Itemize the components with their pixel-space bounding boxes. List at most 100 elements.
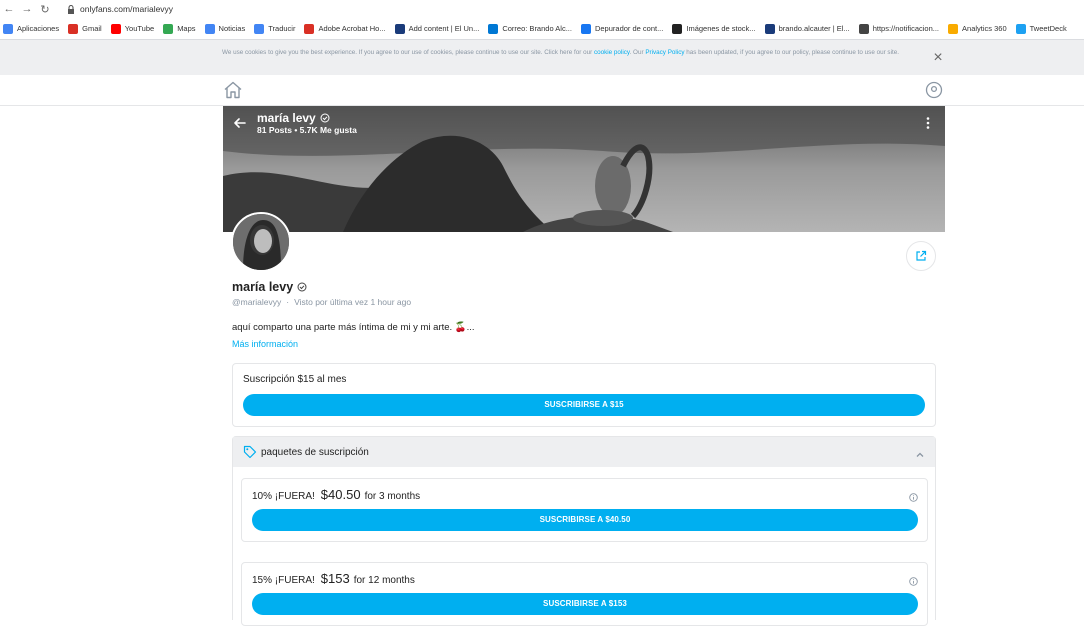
news-icon: [204, 23, 215, 34]
bookmark-item[interactable]: Depurador de cont...: [580, 23, 664, 34]
bookmark-label: Depurador de cont...: [594, 24, 664, 33]
profile-name-text: maría levy: [232, 280, 294, 294]
bookmark-label: Adobe Acrobat Ho...: [318, 24, 386, 33]
share-icon: [916, 250, 927, 261]
bookmarks-bar: Aplicaciones Gmail YouTube Maps Noticias Trad…: [0, 18, 1084, 40]
bookmark-item[interactable]: Maps: [163, 23, 196, 34]
el-universal-icon: [764, 23, 775, 34]
avatar[interactable]: [231, 212, 291, 272]
bundle-card: 10% ¡FUERA! $40.50 for 3 months SUSCRIBI…: [241, 478, 928, 542]
bookmark-item[interactable]: https://notificacion...: [858, 23, 940, 34]
profile-banner: maría levy 81 Posts • 5.7K Me gusta: [223, 106, 945, 232]
bookmark-item[interactable]: Add content | El Un...: [394, 23, 480, 34]
bookmark-label: Correo: Brando Alc...: [502, 24, 572, 33]
profile-bio: aquí comparto una parte más íntima de mi…: [232, 322, 475, 333]
profile-name: maría levy: [232, 280, 307, 294]
gmail-icon: [68, 23, 79, 34]
browser-address-bar: ← → ↻ onlyfans.com/marialevyy: [0, 0, 1084, 18]
last-seen: Visto por última vez 1 hour ago: [294, 297, 412, 307]
bundle-card: 15% ¡FUERA! $153 for 12 months SUSCRIBIR…: [241, 562, 928, 626]
close-icon[interactable]: ×: [930, 50, 946, 66]
bookmark-label: Imágenes de stock...: [686, 24, 756, 33]
url-text[interactable]: onlyfans.com/marialevyy: [80, 4, 173, 14]
back-arrow-icon[interactable]: ←: [0, 1, 18, 17]
bookmark-item[interactable]: Adobe Acrobat Ho...: [304, 23, 386, 34]
bundle-line: 10% ¡FUERA! $40.50 for 3 months: [252, 487, 420, 502]
bookmark-item[interactable]: Traducir: [254, 23, 296, 34]
verified-icon: [297, 282, 307, 292]
apps-grid-icon: [3, 23, 13, 34]
youtube-icon: [110, 23, 121, 34]
cookie-policy-link[interactable]: cookie policy: [594, 49, 630, 56]
bundle-price: $153: [320, 571, 350, 586]
back-arrow-icon[interactable]: [233, 116, 247, 130]
bookmark-item[interactable]: YouTube: [110, 23, 155, 34]
bookmark-label: YouTube: [124, 24, 155, 33]
info-icon[interactable]: [909, 573, 918, 586]
cookie-text: We use cookies to give you the best expe…: [222, 49, 899, 56]
bookmark-item[interactable]: TweetDeck: [1015, 23, 1067, 34]
home-icon[interactable]: [223, 81, 243, 99]
share-button[interactable]: [906, 241, 936, 271]
bookmark-item[interactable]: brando.alcauter | El...: [764, 23, 850, 34]
bookmark-item[interactable]: Noticias: [204, 23, 246, 34]
facebook-icon: [580, 23, 591, 34]
el-universal-icon: [394, 23, 405, 34]
cookie-banner: We use cookies to give you the best expe…: [0, 40, 1084, 75]
bundle-period: for 3 months: [364, 491, 421, 502]
bookmark-label: Maps: [177, 24, 196, 33]
banner-profile-name: maría levy: [257, 111, 330, 125]
maps-pin-icon: [163, 23, 174, 34]
info-icon[interactable]: [909, 489, 918, 502]
bookmark-label: Analytics 360: [962, 24, 1007, 33]
reload-icon[interactable]: ↻: [36, 1, 54, 17]
lock-icon: [66, 4, 76, 14]
analytics-icon: [948, 23, 959, 34]
bookmark-label: TweetDeck: [1029, 24, 1067, 33]
verified-icon: [320, 113, 330, 123]
subscribe-button[interactable]: SUSCRIBIRSE A $15: [243, 394, 925, 416]
bookmark-item[interactable]: Analytics 360: [948, 23, 1007, 34]
acrobat-icon: [304, 23, 315, 34]
bookmark-label: brando.alcauter | El...: [778, 24, 850, 33]
bookmark-label: https://notificacion...: [872, 24, 940, 33]
user-profile-icon[interactable]: [925, 81, 943, 99]
more-options-icon[interactable]: [923, 116, 933, 130]
site-header: [0, 75, 1084, 106]
shutterstock-icon: [672, 23, 683, 34]
subscription-bundles: paquetes de suscripción 10% ¡FUERA! $40.…: [232, 436, 936, 626]
bookmark-label: Aplicaciones: [17, 24, 60, 33]
bundle-discount: 10% ¡FUERA!: [252, 491, 315, 502]
meta-separator: ·: [286, 297, 290, 307]
profile-meta: @marialevyy · Visto por última vez 1 hour …: [232, 297, 411, 307]
banner-stats: 81 Posts • 5.7K Me gusta: [257, 125, 357, 135]
chevron-up-icon[interactable]: [915, 447, 925, 457]
bundle-price: $40.50: [320, 487, 361, 502]
bookmark-label: Noticias: [218, 24, 246, 33]
bookmark-label: Traducir: [268, 24, 296, 33]
translate-icon: [254, 23, 265, 34]
bookmark-item[interactable]: Aplicaciones: [3, 23, 60, 34]
outlook-icon: [488, 23, 499, 34]
bundle-period: for 12 months: [353, 575, 415, 586]
subscription-title: Suscripción $15 al mes: [243, 374, 347, 385]
bookmark-label: Gmail: [82, 24, 102, 33]
tweetdeck-icon: [1015, 23, 1026, 34]
profile-handle: @marialevyy: [232, 297, 282, 307]
bundles-header[interactable]: paquetes de suscripción: [233, 437, 935, 467]
bookmark-label: Add content | El Un...: [408, 24, 480, 33]
bundle-line: 15% ¡FUERA! $153 for 12 months: [252, 571, 415, 586]
bundle-subscribe-button[interactable]: SUSCRIBIRSE A $153: [252, 593, 918, 615]
privacy-policy-link[interactable]: Privacy Policy: [645, 49, 684, 56]
bundles-title: paquetes de suscripción: [261, 447, 369, 458]
bookmark-item[interactable]: Gmail: [68, 23, 102, 34]
banner-name-text: maría levy: [257, 111, 316, 125]
bundle-discount: 15% ¡FUERA!: [252, 575, 315, 586]
globe-icon: [858, 23, 869, 34]
forward-arrow-icon[interactable]: →: [18, 1, 36, 17]
bookmark-item[interactable]: Correo: Brando Alc...: [488, 23, 572, 34]
more-info-link[interactable]: Más información: [232, 339, 298, 349]
bookmark-item[interactable]: Imágenes de stock...: [672, 23, 756, 34]
bundle-subscribe-button[interactable]: SUSCRIBIRSE A $40.50: [252, 509, 918, 531]
tag-icon: [243, 445, 257, 459]
